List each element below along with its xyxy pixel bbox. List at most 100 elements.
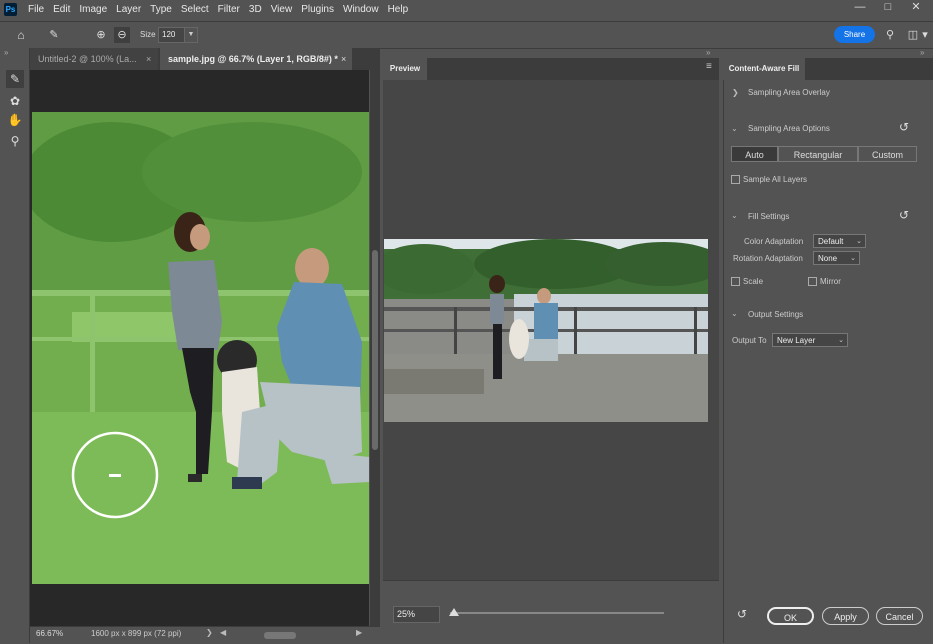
chevron-down-icon[interactable]: ⌄ (731, 309, 738, 318)
menu-bar: Ps File Edit Image Layer Type Select Fil… (0, 0, 933, 20)
options-bar: ⌂ ✎ ⊕ ⊖ Size 120 ▼ Share ⚲ ◫ ▾ (0, 21, 933, 49)
scale-checkbox[interactable] (731, 277, 740, 286)
horizontal-scroll-thumb[interactable] (264, 632, 296, 639)
home-icon[interactable]: ⌂ (13, 27, 29, 43)
document-image[interactable] (32, 112, 369, 584)
color-adaptation-label: Color Adaptation (744, 237, 804, 246)
reset-icon[interactable]: ↺ (899, 208, 909, 222)
chevron-down-icon[interactable]: ▼ (184, 27, 198, 43)
panel-menu-icon[interactable]: ≡ (706, 61, 712, 72)
collapse-icon[interactable]: » (920, 48, 924, 57)
zoom-icon[interactable]: ⚲ (6, 132, 24, 150)
chevron-down-icon[interactable]: ⌄ (731, 124, 738, 133)
output-settings-section[interactable]: Output Settings (748, 310, 803, 319)
tab-sample-jpg[interactable]: sample.jpg @ 66.7% (Layer 1, RGB/8#) * (160, 48, 352, 70)
sampling-brush-icon[interactable]: ✎ (6, 70, 24, 88)
subtract-from-sample-icon[interactable]: ⊖ (114, 27, 130, 43)
menu-filter[interactable]: Filter (218, 0, 240, 20)
menu-list: File Edit Image Layer Type Select Filter… (28, 0, 417, 20)
menu-image[interactable]: Image (79, 0, 107, 20)
rotation-adaptation-value: None (818, 254, 838, 263)
minimize-icon[interactable]: — (849, 0, 871, 16)
brush-preset-icon[interactable]: ✎ (46, 27, 62, 43)
preview-photo (384, 239, 708, 422)
collapse-icon[interactable]: » (706, 48, 710, 57)
rotation-adaptation-label: Rotation Adaptation (733, 254, 803, 263)
scroll-right-icon[interactable]: ▶ (356, 628, 362, 637)
preview-zoom-input[interactable]: 25% (393, 606, 440, 623)
document-info: 1600 px x 899 px (72 ppi) (91, 629, 182, 638)
scroll-thumb[interactable] (372, 250, 378, 450)
menu-window[interactable]: Window (343, 0, 379, 20)
menu-layer[interactable]: Layer (116, 0, 141, 20)
menu-edit[interactable]: Edit (53, 0, 70, 20)
tab-label: Untitled-2 @ 100% (La... (38, 54, 137, 64)
color-adaptation-value: Default (818, 237, 844, 246)
menu-select[interactable]: Select (181, 0, 209, 20)
share-button[interactable]: Share (834, 26, 875, 43)
menu-3d[interactable]: 3D (249, 0, 262, 20)
close-icon[interactable]: × (341, 48, 346, 70)
close-icon[interactable]: × (146, 48, 151, 70)
menu-type[interactable]: Type (150, 0, 172, 20)
slider-thumb[interactable] (449, 608, 459, 616)
menu-plugins[interactable]: Plugins (301, 0, 334, 20)
preview-image (384, 239, 708, 422)
mirror-label: Mirror (820, 277, 841, 286)
size-label: Size (140, 30, 156, 39)
collapse-icon[interactable]: » (4, 48, 8, 57)
preview-zoom-slider[interactable] (450, 612, 664, 614)
panel-title[interactable]: Content-Aware Fill (723, 58, 805, 80)
chevron-down-icon[interactable]: ⌄ (731, 211, 738, 220)
scale-label: Scale (743, 277, 764, 286)
fill-settings-section[interactable]: Fill Settings (748, 212, 789, 221)
rotation-adaptation-select[interactable]: None ⌄ (813, 251, 860, 265)
masked-photo (32, 112, 369, 584)
chevron-right-icon[interactable]: ❯ (732, 88, 739, 97)
menu-view[interactable]: View (271, 0, 293, 20)
vertical-scrollbar[interactable] (370, 70, 380, 626)
chevron-right-icon[interactable]: ❯ (206, 628, 213, 637)
chevron-down-icon: ⌄ (850, 255, 856, 262)
ok-button[interactable]: OK (767, 607, 814, 625)
output-to-select[interactable]: New Layer ⌄ (772, 333, 848, 347)
sample-all-layers-checkbox[interactable] (731, 175, 740, 184)
custom-segment[interactable]: Custom (858, 146, 917, 162)
tools-panel: » ✎ ✿ ✋ ⚲ (0, 48, 30, 643)
hand-icon[interactable]: ✋ (6, 111, 24, 129)
lasso-icon[interactable]: ✿ (6, 92, 24, 110)
reset-icon[interactable]: ↺ (899, 120, 909, 134)
auto-segment[interactable]: Auto (731, 146, 778, 162)
close-icon[interactable]: ✕ (905, 0, 927, 16)
tab-untitled-2[interactable]: Untitled-2 @ 100% (La... (30, 48, 158, 70)
status-bar: 66.67% 1600 px x 899 px (72 ppi) ❯ ◀ ▶ (30, 626, 380, 644)
cancel-button[interactable]: Cancel (876, 607, 923, 625)
add-to-sample-icon[interactable]: ⊕ (93, 27, 109, 43)
sampling-area-options-section[interactable]: Sampling Area Options (748, 124, 830, 133)
reset-all-icon[interactable]: ↺ (737, 607, 747, 621)
workspace-icon[interactable]: ◫ (905, 27, 921, 43)
tab-preview[interactable]: Preview (383, 58, 427, 80)
rectangular-segment[interactable]: Rectangular (778, 146, 858, 162)
mirror-checkbox[interactable] (808, 277, 817, 286)
apply-button[interactable]: Apply (822, 607, 869, 625)
document-tabs: Untitled-2 @ 100% (La... × sample.jpg @ … (30, 48, 380, 70)
maximize-icon[interactable]: □ (877, 0, 899, 16)
size-input[interactable]: 120 (158, 27, 185, 43)
output-to-label: Output To (732, 336, 767, 345)
sampling-area-overlay-section[interactable]: Sampling Area Overlay (748, 88, 830, 97)
tab-label: sample.jpg @ 66.7% (Layer 1, RGB/8#) * (168, 54, 338, 64)
scroll-left-icon[interactable]: ◀ (220, 628, 226, 637)
sample-all-layers-label: Sample All Layers (743, 175, 808, 184)
search-icon[interactable]: ⚲ (882, 27, 898, 43)
menu-file[interactable]: File (28, 0, 44, 20)
photoshop-logo: Ps (4, 3, 17, 16)
menu-help[interactable]: Help (388, 0, 409, 20)
chevron-down-icon: ⌄ (856, 238, 862, 245)
preview-header: ≡ (383, 58, 719, 80)
color-adaptation-select[interactable]: Default ⌄ (813, 234, 866, 248)
chevron-down-icon[interactable]: ▾ (920, 27, 930, 43)
zoom-level[interactable]: 66.67% (36, 629, 63, 638)
output-to-value: New Layer (777, 336, 816, 345)
chevron-down-icon: ⌄ (838, 337, 844, 344)
